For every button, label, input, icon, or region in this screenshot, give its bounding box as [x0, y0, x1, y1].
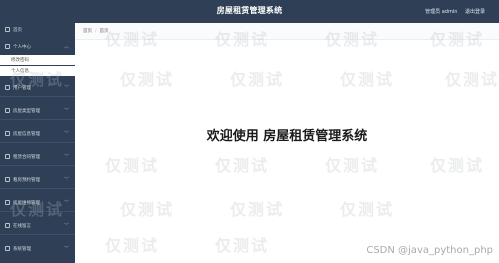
home-icon	[5, 27, 10, 32]
sidebar-divider	[0, 165, 75, 166]
credit-watermark: CSDN @java_python_php	[366, 245, 493, 256]
user-area: 管理员 admin 退出登录	[419, 8, 485, 15]
sidebar-item-messages[interactable]: 在线留言 ﹀	[0, 221, 75, 231]
calendar-icon	[5, 177, 10, 182]
sidebar-item-label: 首页	[13, 28, 22, 33]
chevron-up-icon: ︿	[63, 44, 69, 50]
document-icon	[5, 154, 10, 159]
chevron-down-icon: ﹀	[63, 246, 69, 252]
sidebar-item-system[interactable]: 系统管理 ﹀	[0, 244, 75, 254]
sidebar-item-viewing[interactable]: 看房预约管理 ﹀	[0, 175, 75, 185]
sidebar-item-home[interactable]: 首页	[0, 25, 75, 35]
house-icon	[5, 131, 10, 136]
sidebar-divider	[0, 142, 75, 143]
sidebar-divider	[0, 188, 75, 189]
breadcrumb-bar: 首页 / 首页	[75, 23, 499, 40]
sidebar-divider	[0, 119, 75, 120]
wrench-icon	[5, 200, 10, 205]
sidebar-subitem-label: 个人信息	[11, 69, 29, 74]
chevron-down-icon: ﹀	[63, 131, 69, 137]
sidebar-item-label: 系统管理	[13, 247, 31, 252]
sidebar-item-label: 看房预约管理	[13, 178, 40, 183]
sidebar-item-label: 房屋类型管理	[13, 109, 40, 114]
sidebar-subitem-label: 修改密码	[11, 58, 29, 63]
chevron-down-icon: ﹀	[63, 85, 69, 91]
sidebar-item-house-info[interactable]: 房屋信息管理 ﹀	[0, 129, 75, 139]
sidebar-item-house-type[interactable]: 房屋类型管理 ﹀	[0, 106, 75, 116]
sidebar-item-label: 用户管理	[13, 86, 31, 91]
category-icon	[5, 108, 10, 113]
user-label[interactable]: 管理员 admin	[425, 9, 457, 15]
welcome-text: 欢迎使用 房屋租赁管理系统	[206, 129, 368, 144]
sidebar-item-contracts[interactable]: 租赁合同管理 ﹀	[0, 152, 75, 162]
breadcrumb-current: 首页	[99, 29, 109, 34]
chevron-down-icon: ﹀	[63, 177, 69, 183]
sidebar-item-label: 租赁合同管理	[13, 155, 40, 160]
sidebar-divider	[0, 234, 75, 235]
sidebar-subitem-change-password[interactable]: 修改密码	[0, 55, 75, 65]
breadcrumb-home[interactable]: 首页	[83, 29, 92, 34]
sidebar: 首页 个人中心 ︿ 修改密码 个人信息 用户管理 ﹀ 房屋类型管理 ﹀ 房屋信息…	[0, 23, 75, 263]
users-icon	[5, 85, 10, 90]
sidebar-divider	[0, 211, 75, 212]
user-icon	[5, 44, 10, 49]
sidebar-item-label: 个人中心	[13, 45, 31, 50]
chevron-down-icon: ﹀	[63, 200, 69, 206]
sidebar-item-label: 在线留言	[13, 224, 31, 229]
sidebar-subitem-personal-info[interactable]: 个人信息	[0, 66, 75, 76]
logout-link[interactable]: 退出登录	[465, 9, 485, 15]
sidebar-item-repair[interactable]: 房屋维修管理 ﹀	[0, 198, 75, 208]
top-bar: 房屋租赁管理系统 管理员 admin 退出登录	[0, 0, 499, 23]
chevron-down-icon: ﹀	[63, 154, 69, 160]
gear-icon	[5, 246, 10, 251]
chevron-down-icon: ﹀	[63, 223, 69, 229]
sidebar-item-personal-center[interactable]: 个人中心 ︿	[0, 42, 75, 52]
sidebar-item-users[interactable]: 用户管理 ﹀	[0, 83, 75, 93]
sidebar-item-label: 房屋信息管理	[13, 132, 40, 137]
main-content: 首页 / 首页 欢迎使用 房屋租赁管理系统	[75, 23, 499, 263]
breadcrumb-separator: /	[95, 29, 97, 34]
sidebar-item-label: 房屋维修管理	[13, 201, 40, 206]
breadcrumb: 首页 / 首页	[83, 28, 109, 34]
chevron-down-icon: ﹀	[63, 108, 69, 114]
sidebar-divider	[0, 96, 75, 97]
message-icon	[5, 223, 10, 228]
